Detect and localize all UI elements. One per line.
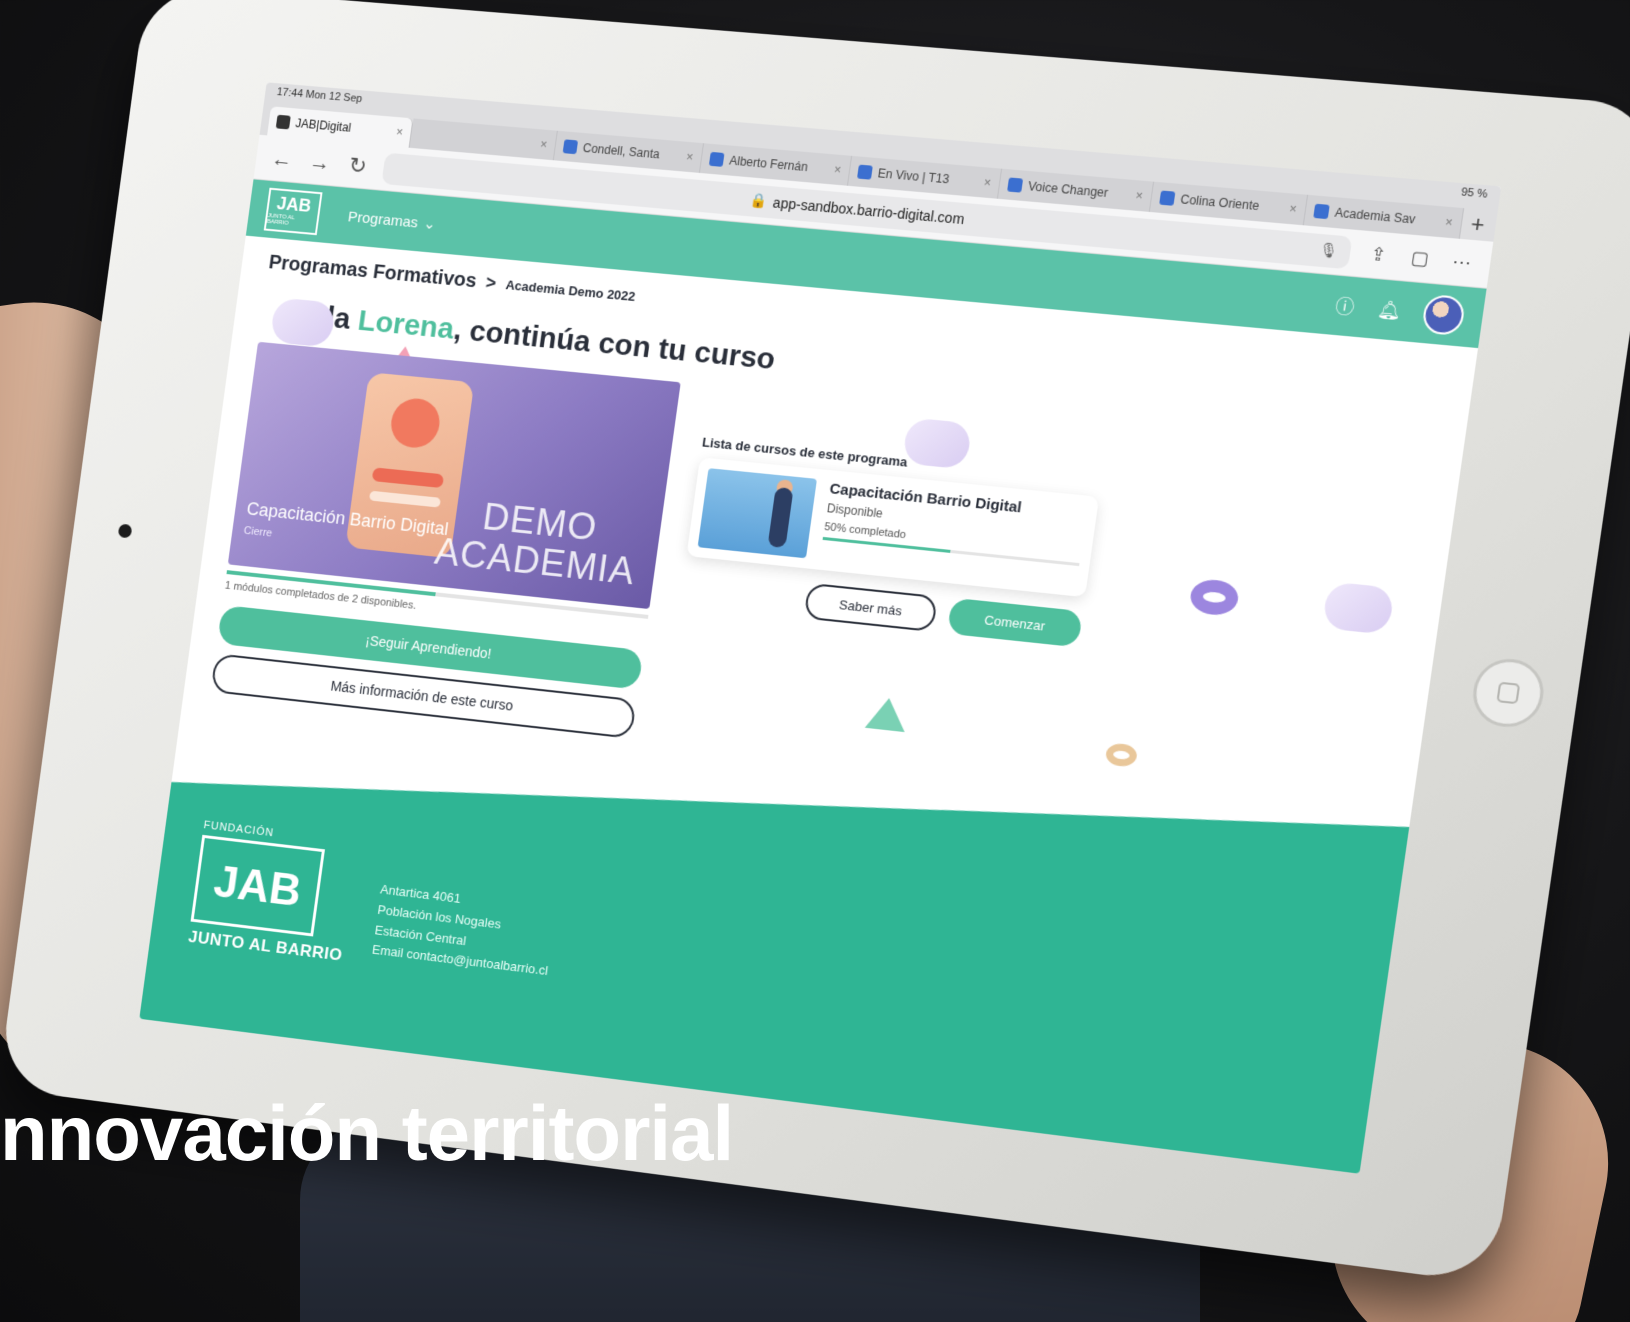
header-actions: ⓘ 🔔︎	[1333, 286, 1467, 337]
forward-icon[interactable]: →	[306, 148, 334, 175]
course-subtitle: Cierre	[243, 524, 273, 540]
tab-label: Condell, Santa	[582, 140, 661, 162]
face-illustration	[388, 396, 443, 450]
close-tab-icon[interactable]: ×	[1135, 188, 1144, 203]
tab-label: JAB|Digital	[294, 116, 352, 135]
course-list: Lista de cursos de este programa Capacit…	[661, 435, 1103, 787]
hero-watermark: DEMO ACADEMIA	[432, 494, 642, 594]
url-text: app-sandbox.barrio-digital.com	[772, 193, 966, 227]
favicon-icon	[708, 151, 725, 167]
bar-illustration	[368, 490, 441, 508]
tab-label: En Vivo | T13	[876, 166, 951, 187]
tab-label: Colina Oriente	[1179, 192, 1261, 214]
bell-icon[interactable]: 🔔︎	[1375, 298, 1403, 322]
close-tab-icon[interactable]: ×	[1444, 215, 1453, 230]
footer-logo[interactable]: FUNDACIÓN JAB JUNTO AL BARRIO	[177, 819, 359, 1043]
lock-icon: 🔒	[749, 191, 769, 209]
battery-level: 95 %	[1460, 186, 1489, 201]
learn-more-button[interactable]: Saber más	[803, 582, 938, 633]
bar-illustration	[371, 467, 445, 489]
person-illustration	[767, 486, 794, 549]
favicon-icon	[856, 164, 873, 180]
mic-icon[interactable]: 🎙	[1318, 241, 1339, 260]
user-name: Lorena	[356, 304, 457, 346]
back-icon[interactable]: ←	[268, 145, 296, 172]
footer-logo-tag: JUNTO AL BARRIO	[187, 927, 344, 965]
home-square-icon	[1496, 681, 1521, 705]
nav-programs-menu[interactable]: Programas ⌄	[347, 208, 437, 233]
close-tab-icon[interactable]: ×	[983, 175, 992, 190]
reload-icon[interactable]: ↻	[344, 152, 372, 180]
overlay-caption: nnovación territorial	[0, 1089, 734, 1177]
favicon-icon	[1007, 177, 1024, 193]
close-tab-icon[interactable]: ×	[833, 163, 842, 178]
footer-logo-text: JAB	[210, 855, 305, 916]
breadcrumb-separator: >	[484, 272, 498, 294]
more-icon[interactable]: ⋯	[1447, 250, 1477, 274]
breadcrumb-current: Academia Demo 2022	[504, 277, 637, 305]
course-card-info: Capacitación Barrio Digital Disponible 5…	[820, 480, 1088, 586]
tabs-icon[interactable]: ▢	[1405, 247, 1435, 271]
favicon-icon	[275, 114, 291, 130]
logo-text: JAB	[275, 193, 313, 216]
tab-label	[419, 134, 534, 144]
chevron-down-icon: ⌄	[422, 215, 437, 234]
favicon-icon	[1159, 190, 1176, 206]
current-course: Capacitación Barrio Digital Cierre DEMO …	[210, 341, 681, 739]
nav-programs-label: Programas	[346, 208, 420, 231]
help-icon[interactable]: ⓘ	[1334, 292, 1356, 320]
tab-label: Academia Sav	[1333, 205, 1417, 227]
course-hero-image[interactable]: Capacitación Barrio Digital Cierre DEMO …	[227, 341, 681, 610]
close-tab-icon[interactable]: ×	[539, 137, 548, 151]
start-button[interactable]: Comenzar	[946, 597, 1083, 648]
favicon-icon	[1313, 203, 1330, 220]
footer-logo-box: JAB	[191, 835, 325, 937]
new-tab-button[interactable]: +	[1460, 208, 1496, 241]
close-tab-icon[interactable]: ×	[1288, 202, 1297, 217]
footer-contact: Antartica 4061 Población los Nogales Est…	[359, 880, 558, 1069]
course-thumbnail[interactable]	[697, 468, 818, 559]
avatar[interactable]	[1420, 293, 1467, 337]
share-icon[interactable]: ⇪	[1363, 243, 1393, 267]
breadcrumb-root[interactable]: Programas Formativos	[267, 252, 477, 294]
close-tab-icon[interactable]: ×	[685, 150, 694, 164]
tab-label: Alberto Fernán	[728, 153, 809, 175]
site-logo[interactable]: JAB JUNTO AL BARRIO	[263, 187, 323, 236]
favicon-icon	[562, 139, 579, 155]
tab-label: Voice Changer	[1027, 179, 1109, 201]
tablet-screen: 17:44 Mon 12 Sep 95 % JAB|Digital × × Co…	[139, 82, 1502, 1174]
close-tab-icon[interactable]: ×	[395, 125, 404, 139]
